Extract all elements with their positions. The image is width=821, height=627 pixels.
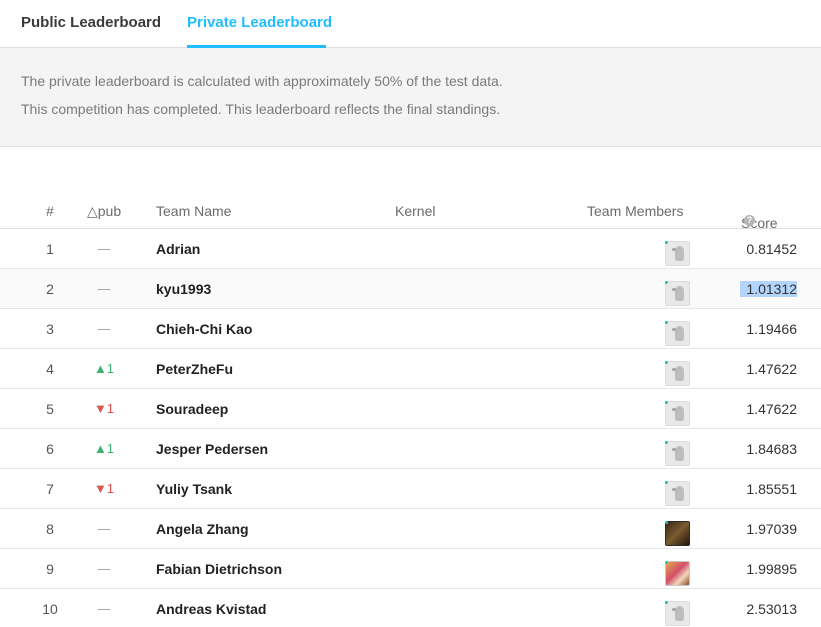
table-row[interactable]: 7 ▼1 Yuliy Tsank 1.85551 [0,469,821,509]
bird-icon [672,406,684,421]
table-row[interactable]: 6 ▲1 Jesper Pedersen 1.84683 [0,429,821,469]
team-name-link[interactable]: Chieh-Chi Kao [156,321,252,337]
info-line-completed: This competition has completed. This lea… [21,101,501,117]
pub-delta-unchanged: — [97,561,111,576]
tab-public-leaderboard[interactable]: Public Leaderboard [21,14,161,31]
bird-icon [672,366,684,381]
bird-avatar-icon[interactable] [665,241,690,266]
team-name-link[interactable]: Souradeep [156,401,228,417]
column-team-members[interactable]: Team Members [587,203,683,219]
score-cell: 1.47622 [746,361,797,377]
score-cell: 1.97039 [746,521,797,537]
tier-indicator-dot [665,321,668,324]
column-pub-delta[interactable]: △pub [87,203,121,220]
rank-cell: 2 [46,281,54,297]
column-kernel[interactable]: Kernel [395,203,435,219]
table-row[interactable]: 5 ▼1 Souradeep 1.47622 [0,389,821,429]
team-name-link[interactable]: Andreas Kvistad [156,601,266,617]
tier-indicator-dot [665,521,668,524]
user-avatar-photo[interactable] [665,561,690,586]
rank-cell: 10 [42,601,58,617]
score-cell: 1.47622 [746,401,797,417]
team-name-link[interactable]: Yuliy Tsank [156,481,232,497]
team-name-link[interactable]: Fabian Dietrichson [156,561,282,577]
user-avatar-photo[interactable] [665,521,690,546]
table-row[interactable]: 10 — Andreas Kvistad 2.53013 [0,589,821,627]
tier-indicator-dot [665,281,668,284]
help-icon[interactable]: ? [744,215,755,226]
rank-cell: 5 [46,401,54,417]
tab-private-leaderboard[interactable]: Private Leaderboard [187,14,332,31]
tier-indicator-dot [665,401,668,404]
bird-icon [672,326,684,341]
leaderboard-rows: 1 — Adrian 0.81452 2 — kyu1993 1.01312 3 — Chieh-C… [0,229,821,627]
table-row[interactable]: 4 ▲1 PeterZheFu 1.47622 [0,349,821,389]
bird-icon [672,246,684,261]
bird-icon [672,606,684,621]
pub-delta-unchanged: — [97,241,111,256]
score-cell: 2.53013 [746,601,797,617]
table-header: # △pub Team Name Kernel Team Members Sco… [0,191,821,231]
tier-indicator-dot [665,241,668,244]
bird-icon [672,286,684,301]
score-cell: 1.85551 [746,481,797,497]
rank-cell: 1 [46,241,54,257]
table-row[interactable]: 1 — Adrian 0.81452 [0,229,821,269]
score-cell: 1.99895 [746,561,797,577]
tier-indicator-dot [665,601,668,604]
info-banner: The private leaderboard is calculated wi… [0,48,821,147]
pub-delta-unchanged: — [97,521,111,536]
score-cell: 1.01312 [740,281,797,297]
bird-avatar-icon[interactable] [665,481,690,506]
pub-delta-up: ▲1 [93,441,115,456]
team-name-link[interactable]: Angela Zhang [156,521,249,537]
team-name-link[interactable]: Jesper Pedersen [156,441,268,457]
bird-avatar-icon[interactable] [665,601,690,626]
team-name-link[interactable]: PeterZheFu [156,361,233,377]
rank-cell: 8 [46,521,54,537]
rank-cell: 9 [46,561,54,577]
rank-cell: 6 [46,441,54,457]
pub-delta-down: ▼1 [93,481,115,496]
column-team-name[interactable]: Team Name [156,203,231,219]
pub-delta-down: ▼1 [93,401,115,416]
bird-icon [672,486,684,501]
score-cell: 1.19466 [746,321,797,337]
bird-avatar-icon[interactable] [665,361,690,386]
table-row[interactable]: 2 — kyu1993 1.01312 [0,269,821,309]
column-rank[interactable]: # [46,203,54,219]
rank-cell: 3 [46,321,54,337]
score-cell: 1.84683 [746,441,797,457]
bird-avatar-icon[interactable] [665,321,690,346]
tier-indicator-dot [665,481,668,484]
bird-avatar-icon[interactable] [665,401,690,426]
bird-icon [672,446,684,461]
table-row[interactable]: 3 — Chieh-Chi Kao 1.19466 [0,309,821,349]
info-line-private-calc: The private leaderboard is calculated wi… [21,73,503,89]
pub-delta-unchanged: — [97,321,111,336]
rank-cell: 7 [46,481,54,497]
score-cell: 0.81452 [746,241,797,257]
team-name-link[interactable]: kyu1993 [156,281,211,297]
table-row[interactable]: 9 — Fabian Dietrichson 1.99895 [0,549,821,589]
pub-delta-unchanged: — [97,281,111,296]
leaderboard-tabs: Public Leaderboard Private Leaderboard [0,0,821,48]
pub-delta-unchanged: — [97,601,111,616]
bird-avatar-icon[interactable] [665,281,690,306]
rank-cell: 4 [46,361,54,377]
table-row[interactable]: 8 — Angela Zhang 1.97039 [0,509,821,549]
tier-indicator-dot [665,361,668,364]
team-name-link[interactable]: Adrian [156,241,200,257]
tier-indicator-dot [665,441,668,444]
pub-delta-up: ▲1 [93,361,115,376]
bird-avatar-icon[interactable] [665,441,690,466]
tier-indicator-dot [665,561,668,564]
